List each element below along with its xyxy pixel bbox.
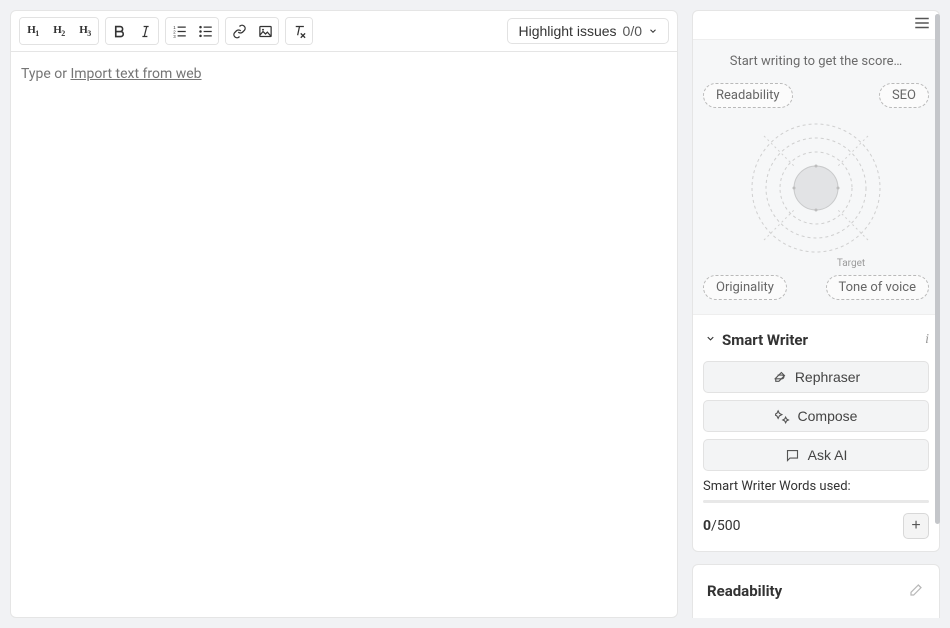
h2-button[interactable]: H2 [46, 18, 72, 44]
h1-button[interactable]: H1 [20, 18, 46, 44]
chevron-down-icon [705, 332, 716, 348]
readability-header: Readability [707, 581, 925, 601]
highlight-issues-count: 0/0 [623, 23, 642, 39]
rephraser-button[interactable]: Rephraser [703, 361, 929, 393]
add-words-button[interactable]: + [903, 513, 929, 539]
svg-text:3: 3 [173, 33, 176, 38]
pill-row-bottom: Originality Tone of voice [703, 275, 929, 300]
app-root: H1 H2 H3 123 Highlight issues [0, 0, 950, 628]
ordered-list-icon: 123 [172, 24, 187, 39]
ordered-list-button[interactable]: 123 [166, 18, 192, 44]
unordered-list-button[interactable] [192, 18, 218, 44]
clear-group [285, 17, 313, 45]
sidebar: Start writing to get the score… Readabil… [692, 10, 940, 618]
italic-icon [138, 24, 153, 39]
ask-ai-button[interactable]: Ask AI [703, 439, 929, 471]
radar-chart [746, 118, 886, 258]
radar-chart-svg [746, 118, 886, 258]
link-button[interactable] [226, 18, 252, 44]
heading-group: H1 H2 H3 [19, 17, 99, 45]
score-area: Start writing to get the score… Readabil… [693, 39, 939, 315]
smart-writer-count: 0/500 [703, 518, 740, 534]
pencil-icon [909, 581, 925, 597]
italic-button[interactable] [132, 18, 158, 44]
menu-icon [913, 14, 931, 32]
pill-row-top: Readability SEO [703, 83, 929, 108]
editor-content[interactable]: Type or Import text from web [11, 52, 677, 617]
originality-pill[interactable]: Originality [703, 275, 787, 300]
clear-format-icon [292, 24, 307, 39]
chat-icon [785, 448, 800, 463]
smart-writer-words-label: Smart Writer Words used: [703, 479, 929, 494]
rephraser-icon [772, 370, 787, 385]
bold-button[interactable] [106, 18, 132, 44]
readability-title: Readability [707, 582, 782, 600]
editor-toolbar: H1 H2 H3 123 Highlight issues [11, 11, 677, 52]
compose-icon [775, 409, 790, 424]
highlight-issues-label: Highlight issues [518, 23, 616, 39]
import-text-link[interactable]: Import text from web [70, 66, 201, 82]
smart-writer-section: Smart Writer i Rephraser Compose Ask AI … [693, 315, 939, 551]
editor-pane: H1 H2 H3 123 Highlight issues [10, 10, 678, 618]
smart-writer-title: Smart Writer [722, 331, 919, 349]
target-label: Target [773, 258, 929, 269]
score-card: Start writing to get the score… Readabil… [692, 10, 940, 552]
highlight-issues-button[interactable]: Highlight issues 0/0 [507, 18, 669, 44]
scrollbar[interactable] [935, 14, 940, 524]
readability-pill[interactable]: Readability [703, 83, 793, 108]
readability-card: Readability Start writing your text [692, 564, 940, 618]
smart-writer-header[interactable]: Smart Writer i [705, 331, 929, 349]
editor-placeholder-prefix: Type or [21, 66, 70, 82]
list-group: 123 [165, 17, 219, 45]
style-group [105, 17, 159, 45]
menu-button[interactable] [913, 14, 931, 36]
insert-group [225, 17, 279, 45]
compose-button[interactable]: Compose [703, 400, 929, 432]
image-icon [258, 24, 273, 39]
seo-pill[interactable]: SEO [879, 83, 929, 108]
bold-icon [112, 24, 127, 39]
smart-writer-progress [703, 500, 929, 503]
image-button[interactable] [252, 18, 278, 44]
score-prompt: Start writing to get the score… [703, 54, 929, 69]
unordered-list-icon [198, 24, 213, 39]
h3-button[interactable]: H3 [72, 18, 98, 44]
score-card-header [693, 11, 939, 39]
chevron-down-icon [648, 26, 658, 36]
tone-pill[interactable]: Tone of voice [826, 275, 929, 300]
edit-button[interactable] [909, 581, 925, 601]
clear-format-button[interactable] [286, 18, 312, 44]
smart-writer-count-row: 0/500 + [703, 513, 929, 539]
info-icon[interactable]: i [925, 332, 929, 348]
link-icon [232, 24, 247, 39]
